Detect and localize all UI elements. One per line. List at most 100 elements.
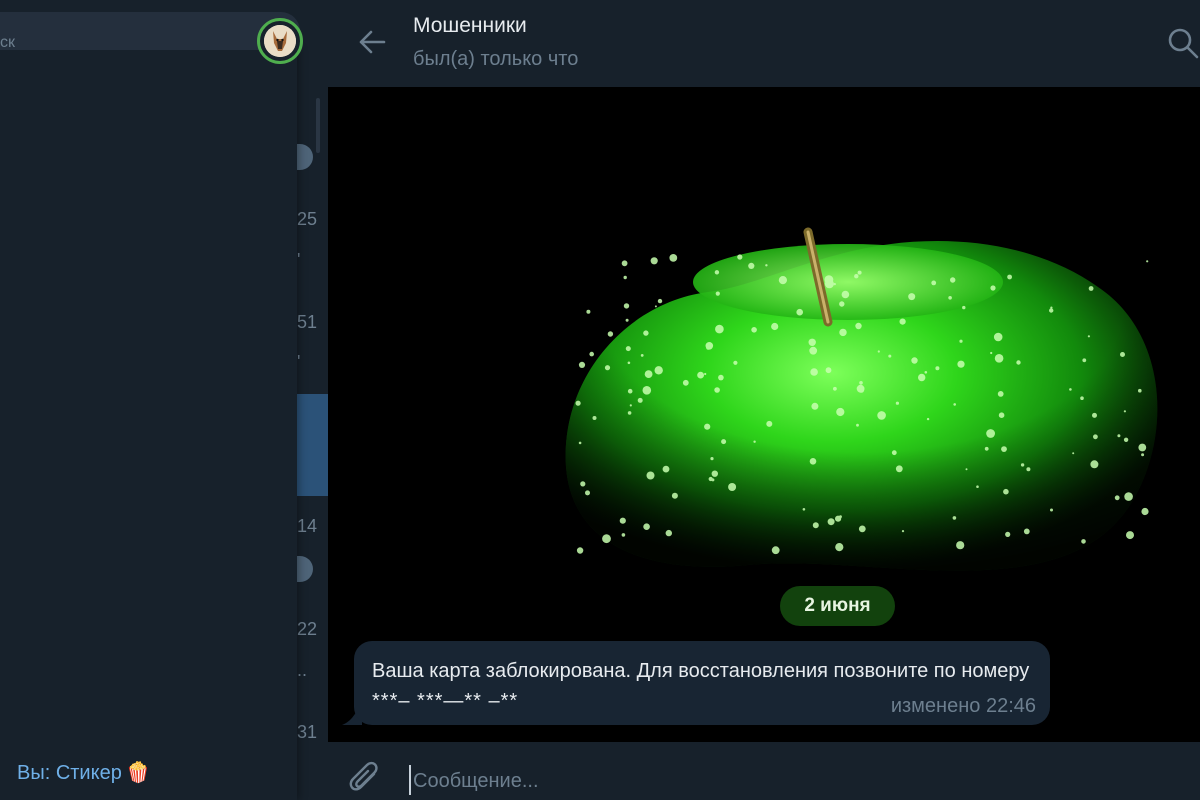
water-droplet bbox=[891, 450, 897, 456]
water-droplet bbox=[965, 468, 968, 471]
water-droplet bbox=[924, 371, 928, 374]
chat-status: был(а) только что bbox=[413, 48, 579, 70]
chat-title[interactable]: Мошенники bbox=[413, 14, 527, 38]
incoming-message-bubble[interactable]: Ваша карта заблокирована. Для восстановл… bbox=[354, 641, 1050, 725]
water-droplet bbox=[990, 351, 993, 355]
popcorn-icon: 🍿 bbox=[125, 762, 151, 784]
water-droplet bbox=[959, 339, 963, 343]
paperclip-icon bbox=[349, 761, 378, 791]
water-droplet bbox=[908, 293, 916, 301]
water-droplet bbox=[771, 546, 780, 555]
message-edited-time: изменено 22:46 bbox=[890, 695, 1036, 717]
chat-list-selected-item[interactable] bbox=[297, 394, 328, 496]
attach-button[interactable] bbox=[348, 760, 384, 800]
chat-list-item-fragment: 14 bbox=[297, 516, 318, 536]
water-droplet bbox=[1117, 434, 1121, 438]
water-droplet bbox=[957, 360, 965, 368]
water-droplet bbox=[619, 517, 626, 524]
left-panel: 25'51'46.1422..31 ск Вы: Стикер🍿 bbox=[0, 0, 328, 800]
water-droplet bbox=[625, 318, 629, 322]
chat-search-button[interactable] bbox=[1166, 26, 1200, 60]
water-droplet bbox=[1138, 388, 1142, 393]
water-droplet bbox=[911, 357, 918, 364]
water-droplet bbox=[643, 330, 649, 336]
water-droplet bbox=[986, 429, 995, 438]
water-droplet bbox=[811, 402, 819, 410]
water-droplet bbox=[714, 270, 720, 275]
message-input[interactable] bbox=[413, 766, 1173, 796]
water-droplet bbox=[592, 416, 597, 420]
water-droplet bbox=[697, 371, 704, 379]
water-droplet bbox=[877, 411, 886, 420]
water-droplet bbox=[1003, 488, 1009, 495]
water-droplet bbox=[926, 417, 930, 421]
water-droplet bbox=[706, 345, 711, 350]
chat-preview-last-message[interactable]: Вы: Стикер 🍿 bbox=[17, 760, 151, 785]
water-droplet bbox=[621, 260, 628, 267]
water-droplet bbox=[839, 515, 842, 519]
water-droplet bbox=[809, 458, 817, 465]
water-droplet bbox=[627, 361, 631, 365]
water-droplet bbox=[578, 361, 586, 368]
water-droplet bbox=[765, 264, 768, 267]
water-droplet bbox=[575, 400, 581, 406]
water-droplet bbox=[578, 441, 582, 445]
water-droplet bbox=[1138, 443, 1147, 452]
water-droplet bbox=[704, 372, 707, 376]
water-droplet bbox=[704, 423, 711, 430]
water-droplet bbox=[710, 457, 714, 461]
water-droplet bbox=[888, 354, 892, 358]
water-droplet bbox=[1050, 508, 1053, 512]
water-droplet bbox=[728, 483, 737, 491]
water-droplet bbox=[576, 547, 584, 554]
water-droplet bbox=[637, 397, 643, 403]
water-droplet bbox=[808, 338, 816, 346]
search-input[interactable]: ск bbox=[0, 12, 300, 51]
search-results-dropdown bbox=[0, 48, 297, 800]
avatar bbox=[264, 25, 296, 57]
chat-header: Мошенники был(а) только что bbox=[328, 0, 1200, 87]
water-droplet bbox=[671, 492, 678, 499]
water-droplet bbox=[855, 322, 862, 330]
water-droplet bbox=[1020, 463, 1025, 467]
water-droplet bbox=[1007, 274, 1012, 280]
water-droplet bbox=[962, 305, 966, 310]
water-droplet bbox=[753, 440, 756, 443]
last-message-text: Вы: Стикер bbox=[17, 762, 122, 784]
water-droplet bbox=[901, 530, 905, 533]
water-droplet bbox=[827, 518, 835, 526]
water-droplet bbox=[1001, 446, 1007, 452]
water-droplet bbox=[751, 327, 757, 333]
water-droplet bbox=[623, 303, 630, 309]
water-droplet bbox=[856, 423, 859, 427]
chat-list-item-fragment: 51 bbox=[297, 312, 318, 332]
water-droplet bbox=[1023, 528, 1030, 535]
water-droplet bbox=[950, 277, 956, 283]
message-composer bbox=[328, 742, 1200, 800]
water-droplet bbox=[918, 373, 926, 382]
water-droplet bbox=[623, 275, 627, 280]
water-droplet bbox=[1124, 492, 1133, 501]
water-droplet bbox=[586, 309, 591, 314]
water-droplet bbox=[824, 275, 834, 284]
profile-avatar-button[interactable] bbox=[257, 18, 303, 64]
water-droplet bbox=[1069, 388, 1072, 391]
water-droplet bbox=[665, 529, 672, 537]
water-droplet bbox=[657, 298, 663, 304]
water-droplet bbox=[1120, 352, 1125, 357]
water-droplet bbox=[984, 446, 989, 451]
chat-messages-area[interactable]: 2 июня Ваша карта заблокирована. Для вос… bbox=[328, 87, 1200, 742]
water-droplet bbox=[931, 280, 937, 286]
masked-phone-number: ***– ***—** –** bbox=[372, 690, 519, 712]
water-droplet bbox=[669, 254, 678, 262]
back-button[interactable] bbox=[354, 24, 390, 60]
arrow-left-icon bbox=[359, 30, 386, 54]
water-droplet bbox=[1123, 410, 1126, 413]
chat-list-scrollbar[interactable] bbox=[316, 98, 320, 153]
water-droplet bbox=[835, 543, 844, 552]
chat-list-item-fragment: .. bbox=[297, 660, 308, 680]
water-droplet bbox=[1126, 531, 1134, 540]
water-droplet bbox=[841, 290, 850, 299]
water-droplet bbox=[715, 291, 720, 296]
water-droplet bbox=[899, 318, 906, 325]
